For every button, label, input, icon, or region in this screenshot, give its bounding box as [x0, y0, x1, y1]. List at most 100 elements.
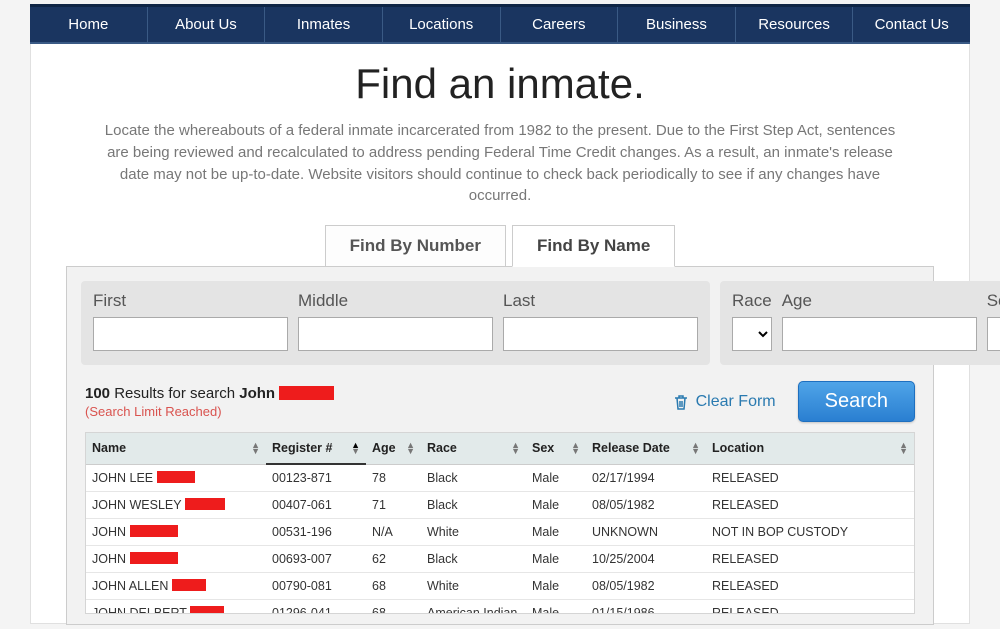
- cell-race: American Indian: [421, 600, 526, 614]
- results-summary: 100 Results for search John (Search Limi…: [85, 385, 674, 419]
- cell-register: 00123-871: [266, 464, 366, 492]
- table-row[interactable]: JOHN 00531-196N/AWhiteMaleUNKNOWNNOT IN …: [86, 519, 914, 546]
- race-select[interactable]: [732, 317, 772, 351]
- last-input[interactable]: [503, 317, 698, 351]
- cell-register: 00790-081: [266, 573, 366, 600]
- redacted-surname: [172, 579, 206, 591]
- results-table-wrap: Name▲▼ Register #▲▼ Age▲▼ Race▲▼ Sex▲▼ R…: [85, 432, 915, 614]
- cell-sex: Male: [526, 573, 586, 600]
- cell-register: 00531-196: [266, 519, 366, 546]
- results-bar: 100 Results for search John (Search Limi…: [85, 381, 915, 422]
- cell-sex: Male: [526, 600, 586, 614]
- nav-business[interactable]: Business: [618, 7, 736, 42]
- nav-home[interactable]: Home: [30, 7, 148, 42]
- cell-age: 71: [366, 492, 421, 519]
- results-tbody: JOHN LEE 00123-87178BlackMale02/17/1994R…: [86, 464, 914, 613]
- search-tabs: Find By Number Find By Name: [31, 225, 969, 267]
- race-label: Race: [732, 291, 772, 311]
- limit-note: (Search Limit Reached): [85, 404, 674, 419]
- cell-race: Black: [421, 492, 526, 519]
- results-count: 100: [85, 385, 110, 402]
- middle-label: Middle: [298, 291, 493, 311]
- cell-release: 08/05/1982: [586, 492, 706, 519]
- tab-find-by-number[interactable]: Find By Number: [325, 225, 506, 267]
- cell-sex: Male: [526, 546, 586, 573]
- cell-age: N/A: [366, 519, 421, 546]
- table-row[interactable]: JOHN LEE 00123-87178BlackMale02/17/1994R…: [86, 464, 914, 492]
- last-label: Last: [503, 291, 698, 311]
- cell-race: Black: [421, 464, 526, 492]
- nav-careers[interactable]: Careers: [501, 7, 619, 42]
- cell-sex: Male: [526, 464, 586, 492]
- top-nav: HomeAbout UsInmatesLocationsCareersBusin…: [30, 4, 970, 44]
- col-sex[interactable]: Sex▲▼: [526, 433, 586, 464]
- redacted-surname: [185, 498, 225, 510]
- middle-input[interactable]: [298, 317, 493, 351]
- col-location[interactable]: Location▲▼: [706, 433, 914, 464]
- filter-row: First Middle Last Race Age: [81, 281, 919, 365]
- nav-inmates[interactable]: Inmates: [265, 7, 383, 42]
- search-button[interactable]: Search: [798, 381, 915, 422]
- sex-select[interactable]: [987, 317, 1000, 351]
- cell-register: 01296-041: [266, 600, 366, 614]
- table-row[interactable]: JOHN 00693-00762BlackMale10/25/2004RELEA…: [86, 546, 914, 573]
- results-scroll[interactable]: Name▲▼ Register #▲▼ Age▲▼ Race▲▼ Sex▲▼ R…: [86, 433, 914, 613]
- cell-release: 08/05/1982: [586, 573, 706, 600]
- redacted-surname: [157, 471, 195, 483]
- page-container: Find an inmate. Locate the whereabouts o…: [30, 44, 970, 624]
- cell-age: 68: [366, 573, 421, 600]
- results-table: Name▲▼ Register #▲▼ Age▲▼ Race▲▼ Sex▲▼ R…: [86, 433, 914, 613]
- table-row[interactable]: JOHN DELBERT 01296-04168American IndianM…: [86, 600, 914, 614]
- redacted-surname: [130, 525, 178, 537]
- cell-register: 00693-007: [266, 546, 366, 573]
- sex-label: Sex: [987, 291, 1000, 311]
- age-label: Age: [782, 291, 977, 311]
- table-row[interactable]: JOHN ALLEN 00790-08168WhiteMale08/05/198…: [86, 573, 914, 600]
- clear-form-link[interactable]: Clear Form: [674, 393, 776, 411]
- cell-race: White: [421, 519, 526, 546]
- page-title: Find an inmate.: [31, 60, 969, 108]
- cell-location: RELEASED: [706, 546, 914, 573]
- nav-resources[interactable]: Resources: [736, 7, 854, 42]
- trash-icon: [674, 394, 688, 410]
- cell-location: RELEASED: [706, 492, 914, 519]
- cell-sex: Male: [526, 492, 586, 519]
- tab-find-by-name[interactable]: Find By Name: [512, 225, 675, 267]
- nav-about-us[interactable]: About Us: [148, 7, 266, 42]
- cell-location: NOT IN BOP CUSTODY: [706, 519, 914, 546]
- cell-race: Black: [421, 546, 526, 573]
- cell-sex: Male: [526, 519, 586, 546]
- cell-location: RELEASED: [706, 464, 914, 492]
- first-label: First: [93, 291, 288, 311]
- redacted-surname: [130, 552, 178, 564]
- cell-age: 78: [366, 464, 421, 492]
- cell-race: White: [421, 573, 526, 600]
- col-race[interactable]: Race▲▼: [421, 433, 526, 464]
- cell-name: JOHN: [86, 546, 266, 573]
- age-input[interactable]: [782, 317, 977, 351]
- name-filter-group: First Middle Last: [81, 281, 710, 365]
- cell-age: 62: [366, 546, 421, 573]
- cell-name: JOHN WESLEY: [86, 492, 266, 519]
- table-row[interactable]: JOHN WESLEY 00407-06171BlackMale08/05/19…: [86, 492, 914, 519]
- cell-name: JOHN LEE: [86, 464, 266, 492]
- col-register[interactable]: Register #▲▼: [266, 433, 366, 464]
- redacted-surname: [190, 606, 224, 613]
- cell-location: RELEASED: [706, 600, 914, 614]
- col-release[interactable]: Release Date▲▼: [586, 433, 706, 464]
- cell-release: 02/17/1994: [586, 464, 706, 492]
- cell-name: JOHN ALLEN: [86, 573, 266, 600]
- nav-contact-us[interactable]: Contact Us: [853, 7, 970, 42]
- demo-filter-group: Race Age Sex: [720, 281, 1000, 365]
- col-name[interactable]: Name▲▼: [86, 433, 266, 464]
- cell-age: 68: [366, 600, 421, 614]
- cell-register: 00407-061: [266, 492, 366, 519]
- redacted-term: [279, 386, 334, 400]
- col-age[interactable]: Age▲▼: [366, 433, 421, 464]
- cell-name: JOHN: [86, 519, 266, 546]
- search-panel: First Middle Last Race Age: [66, 266, 934, 625]
- search-term: John: [239, 385, 275, 402]
- nav-locations[interactable]: Locations: [383, 7, 501, 42]
- cell-release: UNKNOWN: [586, 519, 706, 546]
- first-input[interactable]: [93, 317, 288, 351]
